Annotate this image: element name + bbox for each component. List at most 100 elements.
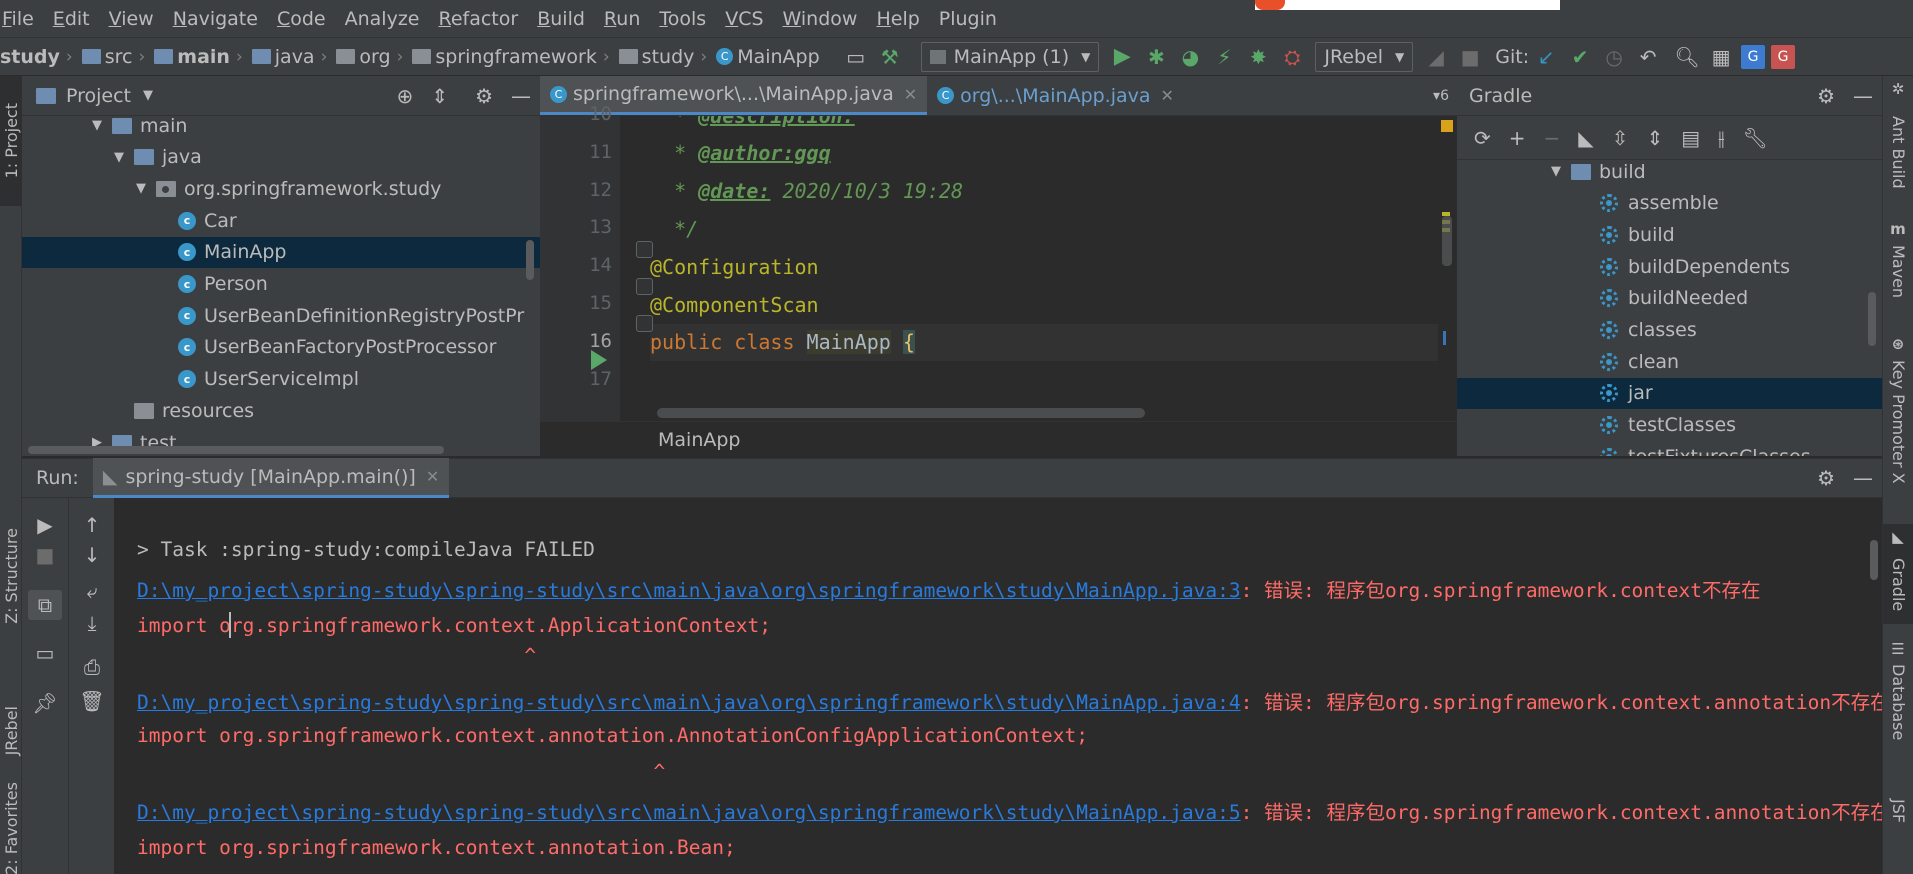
favorites-tool-tab[interactable]: 2: Favorites <box>0 782 22 874</box>
coverage-icon[interactable]: ◕ <box>1176 42 1204 72</box>
restore-layout-icon[interactable]: ⧉ <box>28 590 62 620</box>
gradle-task[interactable]: buildNeeded <box>1457 283 1882 314</box>
run-icon[interactable]: ▶ <box>1108 42 1136 72</box>
structure-view-icon[interactable]: ▭ <box>842 42 870 72</box>
vertical-scrollbar[interactable] <box>1870 540 1878 580</box>
hide-icon[interactable]: — <box>1853 84 1873 108</box>
code-line[interactable]: @Configuration <box>650 248 1445 285</box>
code-line[interactable]: */ <box>650 210 1445 247</box>
inspection-status-icon[interactable] <box>1441 120 1453 132</box>
layout-icon[interactable]: ▭ <box>28 638 62 668</box>
jrebel-tool-tab[interactable]: JRebel <box>0 676 22 786</box>
source-path-link[interactable]: D:\my_project\spring-study\spring-study\… <box>137 691 1241 714</box>
menu-item[interactable]: Navigate <box>173 8 258 30</box>
project-structure-icon[interactable]: ▦ <box>1707 42 1735 72</box>
breadcrumb-item[interactable]: study <box>613 46 694 68</box>
stop-icon[interactable]: ■ <box>1456 42 1484 72</box>
wrench-icon[interactable]: 🔧︎ <box>1743 126 1768 150</box>
gradle-task[interactable]: testClasses <box>1457 410 1882 441</box>
vertical-scrollbar[interactable] <box>526 240 534 280</box>
scroll-to-end-icon[interactable]: ⤓ <box>75 608 109 638</box>
soft-wrap-icon[interactable]: ⤶ <box>75 576 109 606</box>
change-mark[interactable] <box>1443 331 1446 345</box>
code-line[interactable]: @ComponentScan <box>650 286 1445 323</box>
menu-item[interactable]: Refactor <box>438 8 518 30</box>
jsf-tool-tab[interactable]: JSF <box>1883 766 1913 856</box>
gradle-task[interactable]: buildDependents <box>1457 251 1882 282</box>
code-editor[interactable]: * @description: * @author:ggq * @date: 2… <box>650 116 1445 421</box>
menu-item[interactable]: Run <box>604 8 640 30</box>
gradle-task[interactable]: assemble <box>1457 188 1882 219</box>
breadcrumb-item[interactable]: springframework <box>406 46 597 68</box>
maven-tool-tab[interactable]: m Maven <box>1883 216 1913 306</box>
menu-item[interactable]: Analyze <box>345 8 420 30</box>
tree-item[interactable]: ▼ main <box>22 116 540 141</box>
refresh-icon[interactable]: ⟳ <box>1474 126 1491 150</box>
gradle-task-group[interactable]: ▼ build <box>1457 160 1882 187</box>
breadcrumb-item[interactable]: src <box>76 46 132 68</box>
chevron-down-icon[interactable]: ▼ <box>1549 164 1563 179</box>
add-icon[interactable]: + <box>1509 126 1526 150</box>
editor-tab[interactable]: Corg\...\MainApp.java ✕ <box>927 76 1184 115</box>
source-path-link[interactable]: D:\my_project\spring-study\spring-study\… <box>137 579 1241 602</box>
tree-item[interactable]: c UserServiceImpl <box>22 364 540 395</box>
tree-item[interactable]: c MainApp <box>22 236 540 268</box>
horizontal-scrollbar[interactable] <box>28 446 444 454</box>
menu-item[interactable]: Window <box>783 8 858 30</box>
pin-icon[interactable]: 📌︎ <box>28 688 62 718</box>
chevron-down-icon[interactable]: ▼ <box>90 118 104 133</box>
arrow-down-icon[interactable]: ↓ <box>75 540 109 570</box>
menu-item[interactable]: View <box>109 8 154 30</box>
gradle-task[interactable]: jar <box>1457 377 1882 409</box>
close-icon[interactable]: ✕ <box>1161 86 1174 105</box>
code-line[interactable]: * @date: 2020/10/3 19:28 <box>650 173 1445 210</box>
chevron-down-icon[interactable]: ▼ <box>134 181 148 196</box>
console-output[interactable]: > Task :spring-study:compileJava FAILED D… <box>114 498 1882 874</box>
gradle-tool-tab[interactable]: ◣ Gradle <box>1883 524 1913 624</box>
toggle-offline-icon[interactable]: ⫲ <box>1718 126 1724 150</box>
git-history-icon[interactable]: ◷ <box>1600 42 1628 72</box>
git-rollback-icon[interactable]: ↶ <box>1634 42 1662 72</box>
source-path-link[interactable]: D:\my_project\spring-study\spring-study\… <box>137 801 1241 824</box>
gradle-task[interactable]: testFixturesClasses <box>1457 441 1882 456</box>
hide-icon[interactable]: — <box>1853 466 1873 490</box>
translate-alt-icon[interactable]: G <box>1771 44 1796 69</box>
print-icon[interactable]: ⎙ <box>75 652 109 682</box>
project-tool-tab[interactable]: 1: Project <box>0 76 22 206</box>
run-configuration-select[interactable]: MainApp (1) ▼ <box>920 41 1100 72</box>
gradle-execute-icon[interactable]: ◣ <box>1578 126 1593 150</box>
stop-icon[interactable]: ■ <box>28 540 62 570</box>
arrow-up-icon[interactable]: ↑ <box>75 510 109 540</box>
editor-breadcrumb-item[interactable]: MainApp <box>658 429 740 451</box>
code-line[interactable]: * @author:ggq <box>650 135 1445 172</box>
tree-item[interactable]: c UserBeanFactoryPostProcessor <box>22 332 540 363</box>
menu-item[interactable]: VCS <box>725 8 763 30</box>
close-icon[interactable]: ✕ <box>426 467 439 486</box>
tree-item[interactable]: ▼ org.springframework.study <box>22 173 540 204</box>
vertical-scrollbar[interactable] <box>1442 216 1452 266</box>
menu-item[interactable]: Plugin <box>939 8 997 30</box>
fold-marker-icon[interactable] <box>636 278 653 295</box>
tree-item[interactable]: c UserBeanDefinitionRegistryPostPr <box>22 300 540 331</box>
collapse-all-icon[interactable]: ⇕ <box>1646 126 1663 150</box>
jrebel-update-icon[interactable]: ◢ <box>1422 42 1450 72</box>
tree-item[interactable]: c Person <box>22 269 540 300</box>
close-icon[interactable]: ✕ <box>904 85 917 104</box>
git-commit-icon[interactable]: ✔ <box>1566 42 1594 72</box>
debug-icon[interactable]: ✱ <box>1142 42 1170 72</box>
menu-item[interactable]: Tools <box>659 8 706 30</box>
editor-horizontal-scrollbar[interactable] <box>657 408 1145 418</box>
ant-build-tool-tab[interactable]: ✲ Ant Build <box>1883 76 1913 206</box>
jrebel-run-icon[interactable]: ⚡ <box>1210 42 1238 72</box>
trash-icon[interactable]: 🗑︎ <box>75 686 109 716</box>
tree-item[interactable]: resources <box>22 395 540 426</box>
database-tool-tab[interactable]: ☰ Database <box>1883 636 1913 746</box>
locate-icon[interactable]: ⊕ <box>397 84 414 108</box>
gear-icon[interactable]: ⚙ <box>1817 84 1835 108</box>
jrebel-select[interactable]: JRebel ▼ <box>1315 41 1414 72</box>
gear-icon[interactable]: ⚙ <box>1817 466 1835 490</box>
remove-icon[interactable]: − <box>1544 126 1561 150</box>
gradle-task[interactable]: classes <box>1457 315 1882 346</box>
breadcrumb-item[interactable]: java <box>246 46 315 68</box>
breadcrumb-item[interactable]: main <box>148 46 230 68</box>
